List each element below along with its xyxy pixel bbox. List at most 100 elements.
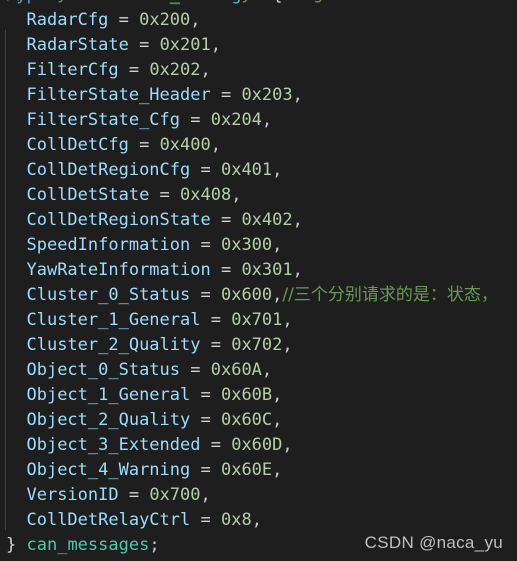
token-op: = (210, 85, 242, 105)
code-line[interactable]: CollDetRegionState = 0x402, (0, 208, 517, 233)
token-comma: , (261, 360, 273, 380)
code-line[interactable]: FilterState_Cfg = 0x204, (0, 108, 517, 133)
code-line[interactable]: Object_0_Status = 0x60A, (0, 358, 517, 383)
token-ident: CollDetCfg (26, 135, 129, 155)
token-op: = (210, 260, 242, 280)
token-num: 0x201 (159, 35, 211, 55)
token-op: = (118, 485, 150, 505)
code-line[interactable]: CollDetCfg = 0x400, (0, 133, 517, 158)
token-ident: FilterState_Header (26, 85, 211, 105)
code-line[interactable]: Object_2_Quality = 0x60C, (0, 408, 517, 433)
token-ident: CollDetState (26, 185, 150, 205)
token-punct (16, 535, 26, 555)
code-line[interactable]: typedef enum can_messages { (0, 0, 517, 8)
token-op: = (190, 160, 221, 180)
code-line[interactable]: Cluster_0_Status = 0x600,//三个分别请求的是：状态， (0, 283, 517, 308)
token-ident: Cluster_2_Quality (26, 335, 201, 355)
code-line[interactable]: RadarState = 0x201, (0, 33, 517, 58)
token-comma: , (282, 335, 293, 355)
token-ident: FilterState_Cfg (26, 110, 181, 130)
token-num: 0x301 (241, 260, 293, 280)
token-num: 0x300 (220, 235, 273, 255)
code-line[interactable]: Cluster_1_General = 0x701, (0, 308, 517, 333)
token-comma: , (190, 10, 201, 30)
token-comma: , (272, 460, 283, 480)
token-ident: VersionID (26, 485, 119, 505)
token-op: = (200, 335, 232, 355)
token-op: = (149, 185, 181, 205)
token-ident: Cluster_1_General (26, 310, 201, 330)
token-ident: Object_3_Extended (26, 435, 201, 455)
code-line[interactable]: Object_3_Extended = 0x60D, (0, 433, 517, 458)
token-comma: ; (149, 535, 160, 555)
token-num: 0x8 (220, 510, 252, 530)
token-num: 0x60E (220, 460, 273, 480)
token-op: = (128, 135, 160, 155)
code-editor-surface[interactable]: // y _ y g typedef enum can_messages { R… (0, 0, 517, 561)
token-num: 0x200 (139, 10, 191, 30)
token-num: 0x600 (220, 285, 273, 305)
token-punct (129, 0, 139, 5)
token-ident: CollDetRegionState (26, 210, 211, 230)
code-line[interactable]: CollDetRelayCtrl = 0x8, (0, 508, 517, 533)
token-comma: , (292, 260, 303, 280)
token-comma: , (210, 35, 221, 55)
token-comma: , (261, 110, 273, 130)
token-comma: , (231, 185, 242, 205)
token-op: = (190, 385, 221, 405)
code-line[interactable]: YawRateInformation = 0x301, (0, 258, 517, 283)
token-brace: { (272, 0, 282, 5)
token-num: 0x202 (149, 60, 201, 80)
token-num: 0x700 (149, 485, 201, 505)
token-num: 0x408 (180, 185, 232, 205)
token-comma: , (272, 160, 283, 180)
code-line[interactable]: CollDetState = 0x408, (0, 183, 517, 208)
code-line[interactable]: Cluster_2_Quality = 0x702, (0, 333, 517, 358)
code-line[interactable]: VersionID = 0x700, (0, 483, 517, 508)
token-punct (262, 0, 272, 5)
token-ident: CollDetRegionCfg (26, 160, 191, 180)
token-num: 0x401 (220, 160, 273, 180)
token-ident: FilterCfg (26, 60, 119, 80)
code-line[interactable]: Object_4_Warning = 0x60E, (0, 458, 517, 483)
token-ident: Object_2_Quality (26, 410, 191, 430)
token-num: 0x60D (231, 435, 283, 455)
token-op: = (190, 510, 221, 530)
code-line[interactable]: RadarCfg = 0x200, (0, 8, 517, 33)
token-num: 0x203 (241, 85, 293, 105)
token-op: = (200, 310, 232, 330)
token-op: = (190, 235, 221, 255)
token-num: 0x204 (210, 110, 262, 130)
code-line[interactable]: FilterCfg = 0x202, (0, 58, 517, 83)
code-line[interactable]: FilterState_Header = 0x203, (0, 83, 517, 108)
token-num: 0x60A (210, 360, 262, 380)
token-op: = (190, 460, 221, 480)
token-comma: , (282, 435, 293, 455)
token-ident: YawRateInformation (26, 260, 211, 280)
token-ident: Cluster_0_Status (26, 285, 191, 305)
code-line[interactable]: CollDetRegionCfg = 0x401, (0, 158, 517, 183)
token-punct (78, 0, 88, 5)
code-line[interactable]: SpeedInformation = 0x300, (0, 233, 517, 258)
token-ident: Object_4_Warning (26, 460, 191, 480)
token-ident: RadarCfg (26, 10, 109, 30)
token-kw: enum (88, 0, 129, 5)
token-comma: , (272, 385, 283, 405)
code-line[interactable]: Object_1_General = 0x60B, (0, 383, 517, 408)
token-num: 0x60C (220, 410, 273, 430)
token-kw: typedef (6, 0, 78, 5)
token-comma: , (200, 60, 211, 80)
